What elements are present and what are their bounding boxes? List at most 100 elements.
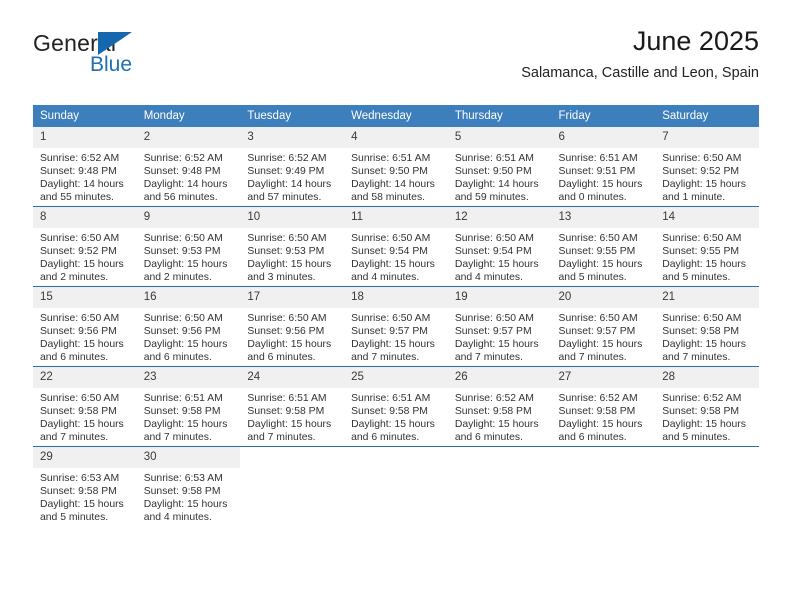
day-number: 15	[33, 287, 137, 308]
sunrise-time: Sunrise: 6:51 AM	[143, 393, 223, 404]
day-number: 25	[344, 367, 448, 388]
sunset-time: Sunset: 9:58 PM	[40, 486, 117, 498]
calendar-day-cell[interactable]: 13 Sunrise: 6:50 AM Sunset: 9:55 PM Dayligh…	[551, 206, 656, 287]
daylight-duration-line2: and 3 minutes.	[247, 272, 316, 284]
calendar-day-cell[interactable]: 20 Sunrise: 6:50 AM Sunset: 9:57 PM Dayligh…	[551, 286, 656, 367]
calendar-day-cell[interactable]: 25 Sunrise: 6:51 AM Sunset: 9:58 PM Dayligh…	[344, 366, 448, 447]
calendar-day-cell[interactable]: 16 Sunrise: 6:50 AM Sunset: 9:56 PM Dayligh…	[136, 286, 241, 367]
daylight-duration-line1: Daylight: 15 hours	[247, 259, 332, 271]
calendar-day-cell[interactable]: 19 Sunrise: 6:50 AM Sunset: 9:57 PM Dayligh…	[447, 286, 552, 367]
day-number: 8	[33, 207, 137, 228]
day-number: 4	[344, 127, 448, 148]
calendar-day-cell[interactable]: 17 Sunrise: 6:50 AM Sunset: 9:56 PM Dayligh…	[240, 286, 345, 367]
sunset-time: Sunset: 9:58 PM	[351, 406, 428, 418]
daylight-duration-line2: and 55 minutes.	[40, 192, 114, 204]
daylight-duration-line1: Daylight: 15 hours	[351, 419, 435, 431]
daylight-duration-line1: Daylight: 14 hours	[454, 179, 539, 191]
sunrise-time: Sunrise: 6:50 AM	[40, 313, 120, 324]
day-number: 9	[136, 207, 241, 228]
calendar-week-row: 22 Sunrise: 6:50 AM Sunset: 9:58 PM Dayligh…	[33, 366, 759, 447]
day-sun-info: Sunrise: 6:50 AM Sunset: 9:54 PM Daylight:…	[344, 228, 448, 284]
day-sun-info: Sunrise: 6:50 AM Sunset: 9:58 PM Daylight:…	[33, 388, 137, 444]
daylight-duration-line2: and 4 minutes.	[454, 272, 523, 284]
sunset-time: Sunset: 9:53 PM	[247, 246, 325, 258]
sunrise-time: Sunrise: 6:50 AM	[454, 313, 534, 324]
daylight-duration-line2: and 58 minutes.	[351, 192, 426, 204]
day-sun-info: Sunrise: 6:52 AM Sunset: 9:48 PM Daylight:…	[33, 148, 137, 204]
calendar-day-cell[interactable]: 12 Sunrise: 6:50 AM Sunset: 9:54 PM Dayligh…	[447, 206, 552, 287]
calendar-day-cell[interactable]: 18 Sunrise: 6:50 AM Sunset: 9:57 PM Dayligh…	[344, 286, 448, 367]
sunrise-time: Sunrise: 6:50 AM	[247, 233, 327, 244]
sunrise-time: Sunrise: 6:51 AM	[454, 153, 534, 164]
daylight-duration-line2: and 6 minutes.	[247, 352, 316, 364]
daylight-duration-line2: and 7 minutes.	[143, 432, 212, 444]
calendar-day-cell[interactable]: 11 Sunrise: 6:50 AM Sunset: 9:54 PM Dayligh…	[344, 206, 448, 287]
daylight-duration-line1: Daylight: 15 hours	[454, 419, 539, 431]
calendar-day-cell[interactable]: 7 Sunrise: 6:50 AM Sunset: 9:52 PM Daylight…	[655, 127, 759, 207]
sunrise-time: Sunrise: 6:52 AM	[143, 153, 223, 164]
day-sun-info: Sunrise: 6:50 AM Sunset: 9:58 PM Daylight:…	[655, 308, 759, 364]
calendar-day-cell[interactable]: 26 Sunrise: 6:52 AM Sunset: 9:58 PM Dayligh…	[447, 366, 552, 447]
calendar-cell-empty	[551, 446, 656, 526]
day-number: 17	[240, 287, 345, 308]
calendar-day-cell[interactable]: 3 Sunrise: 6:52 AM Sunset: 9:49 PM Daylight…	[240, 127, 345, 207]
calendar-week-row: 29 Sunrise: 6:53 AM Sunset: 9:58 PM Dayligh…	[33, 446, 759, 526]
weekday-header-sunday: Sunday	[33, 105, 137, 127]
calendar-day-cell[interactable]: 9 Sunrise: 6:50 AM Sunset: 9:53 PM Daylight…	[136, 206, 241, 287]
day-sun-info: Sunrise: 6:50 AM Sunset: 9:52 PM Daylight:…	[655, 148, 759, 204]
sunset-time: Sunset: 9:58 PM	[247, 406, 325, 418]
day-number: 22	[33, 367, 137, 388]
weekday-header-tuesday: Tuesday	[240, 105, 345, 127]
calendar-day-cell[interactable]: 15 Sunrise: 6:50 AM Sunset: 9:56 PM Dayligh…	[33, 286, 137, 367]
sunrise-time: Sunrise: 6:50 AM	[662, 153, 742, 164]
sunrise-time: Sunrise: 6:53 AM	[143, 473, 223, 484]
day-number: 21	[655, 287, 759, 308]
day-number: 29	[33, 447, 137, 468]
calendar-day-cell[interactable]: 22 Sunrise: 6:50 AM Sunset: 9:58 PM Dayligh…	[33, 366, 137, 447]
daylight-duration-line2: and 6 minutes.	[351, 432, 420, 444]
calendar-day-cell[interactable]: 1 Sunrise: 6:52 AM Sunset: 9:48 PM Daylight…	[33, 127, 137, 207]
brand-logo[interactable]: General Blue	[33, 30, 263, 90]
calendar-day-cell[interactable]: 23 Sunrise: 6:51 AM Sunset: 9:58 PM Dayligh…	[136, 366, 241, 447]
calendar-day-cell[interactable]: 30 Sunrise: 6:53 AM Sunset: 9:58 PM Dayligh…	[136, 446, 241, 526]
calendar-day-cell[interactable]: 10 Sunrise: 6:50 AM Sunset: 9:53 PM Dayligh…	[240, 206, 345, 287]
daylight-duration-line2: and 4 minutes.	[351, 272, 420, 284]
calendar-day-cell[interactable]: 2 Sunrise: 6:52 AM Sunset: 9:48 PM Daylight…	[136, 127, 241, 207]
daylight-duration-line1: Daylight: 15 hours	[662, 259, 746, 271]
daylight-duration-line2: and 7 minutes.	[351, 352, 420, 364]
sunrise-time: Sunrise: 6:50 AM	[143, 313, 223, 324]
daylight-duration-line1: Daylight: 15 hours	[143, 259, 228, 271]
sunrise-time: Sunrise: 6:50 AM	[558, 313, 638, 324]
sunset-time: Sunset: 9:56 PM	[247, 326, 325, 338]
day-sun-info: Sunrise: 6:50 AM Sunset: 9:55 PM Daylight:…	[655, 228, 759, 284]
sunset-time: Sunset: 9:50 PM	[454, 166, 532, 178]
calendar-day-cell[interactable]: 6 Sunrise: 6:51 AM Sunset: 9:51 PM Daylight…	[551, 127, 656, 207]
day-number: 11	[344, 207, 448, 228]
daylight-duration-line2: and 5 minutes.	[662, 272, 731, 284]
calendar-day-cell[interactable]: 28 Sunrise: 6:52 AM Sunset: 9:58 PM Dayligh…	[655, 366, 759, 447]
sunset-time: Sunset: 9:58 PM	[40, 406, 117, 418]
sunset-time: Sunset: 9:58 PM	[558, 406, 636, 418]
daylight-duration-line1: Daylight: 15 hours	[558, 419, 643, 431]
page-subtitle: Salamanca, Castille and Leon, Spain	[521, 65, 759, 81]
calendar-week-row: 1 Sunrise: 6:52 AM Sunset: 9:48 PM Daylight…	[33, 127, 759, 207]
sunrise-time: Sunrise: 6:50 AM	[40, 393, 120, 404]
calendar-day-cell[interactable]: 21 Sunrise: 6:50 AM Sunset: 9:58 PM Dayligh…	[655, 286, 759, 367]
calendar-body: 1 Sunrise: 6:52 AM Sunset: 9:48 PM Daylight…	[33, 127, 759, 526]
daylight-duration-line1: Daylight: 14 hours	[40, 179, 124, 191]
calendar-day-cell[interactable]: 27 Sunrise: 6:52 AM Sunset: 9:58 PM Dayligh…	[551, 366, 656, 447]
calendar-day-cell[interactable]: 29 Sunrise: 6:53 AM Sunset: 9:58 PM Dayligh…	[33, 446, 137, 526]
calendar-day-cell[interactable]: 14 Sunrise: 6:50 AM Sunset: 9:55 PM Dayligh…	[655, 206, 759, 287]
calendar-day-cell[interactable]: 8 Sunrise: 6:50 AM Sunset: 9:52 PM Daylight…	[33, 206, 137, 287]
calendar-header-row: Sunday Monday Tuesday Wednesday Thursday…	[33, 105, 759, 127]
day-sun-info: Sunrise: 6:51 AM Sunset: 9:58 PM Daylight:…	[240, 388, 344, 444]
calendar-day-cell[interactable]: 5 Sunrise: 6:51 AM Sunset: 9:50 PM Daylight…	[447, 127, 552, 207]
sunset-time: Sunset: 9:57 PM	[558, 326, 636, 338]
day-number	[344, 447, 448, 468]
day-number: 12	[447, 207, 552, 228]
sunrise-time: Sunrise: 6:50 AM	[143, 233, 223, 244]
calendar-day-cell[interactable]: 24 Sunrise: 6:51 AM Sunset: 9:58 PM Dayligh…	[240, 366, 345, 447]
calendar-day-cell[interactable]: 4 Sunrise: 6:51 AM Sunset: 9:50 PM Daylight…	[344, 127, 448, 207]
sunset-time: Sunset: 9:48 PM	[40, 166, 117, 178]
sunrise-time: Sunrise: 6:50 AM	[40, 233, 120, 244]
